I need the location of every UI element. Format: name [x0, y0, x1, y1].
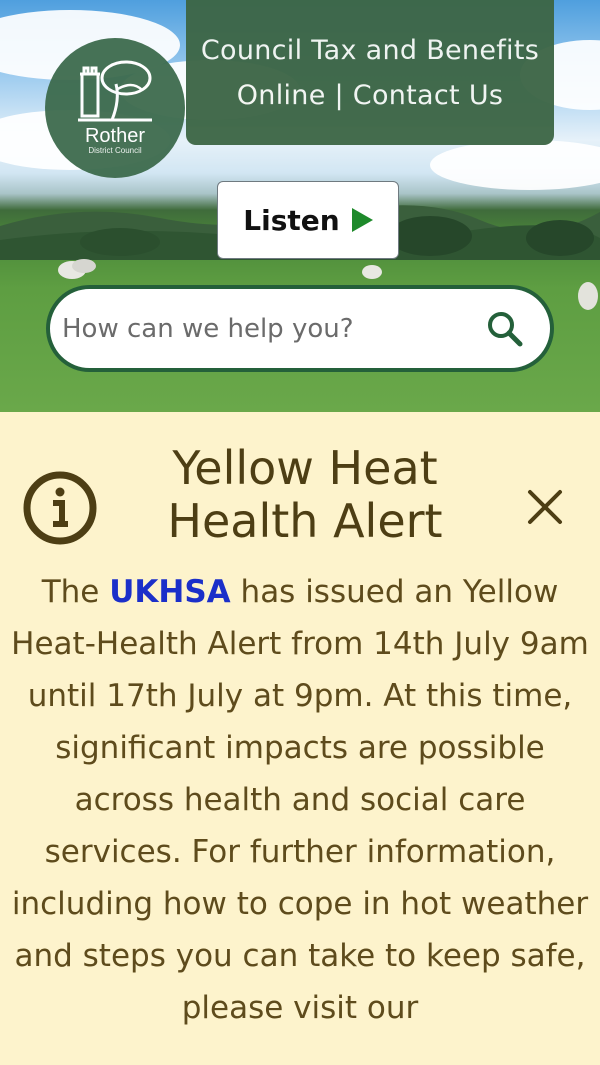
search-button[interactable]	[474, 298, 536, 360]
council-logo[interactable]: Rother District Council	[45, 38, 185, 178]
alert-body-text: has issued an Yellow Heat-Health Alert f…	[11, 574, 589, 1026]
search-icon	[488, 311, 523, 346]
ukhsa-link[interactable]: UKHSA	[109, 574, 230, 610]
play-icon	[351, 208, 373, 232]
logo-title: Rother	[84, 125, 146, 147]
cloud-decoration	[430, 140, 600, 190]
header-banner: Rother District Council Council Tax and …	[0, 0, 600, 412]
council-tax-contact-link[interactable]: Council Tax and Benefits Online | Contac…	[186, 28, 554, 118]
search-bar	[46, 285, 554, 372]
top-link-box: Council Tax and Benefits Online | Contac…	[186, 0, 554, 145]
search-input[interactable]	[50, 312, 474, 345]
listen-button[interactable]: Listen	[217, 181, 399, 259]
alert-title: Yellow Heat Health Alert	[167, 441, 443, 548]
close-icon[interactable]	[524, 486, 566, 528]
alert-header: Yellow Heat Health Alert	[0, 434, 600, 552]
info-icon	[23, 471, 97, 545]
logo-subtitle: District Council	[88, 146, 142, 155]
listen-label: Listen	[243, 203, 340, 237]
castle-tree-icon	[78, 60, 152, 122]
alert-body-prefix: The	[41, 574, 110, 610]
heat-alert-banner: Yellow Heat Health Alert The UKHSA has i…	[0, 412, 600, 1034]
alert-body: The UKHSA has issued an Yellow Heat-Heal…	[0, 566, 600, 1034]
